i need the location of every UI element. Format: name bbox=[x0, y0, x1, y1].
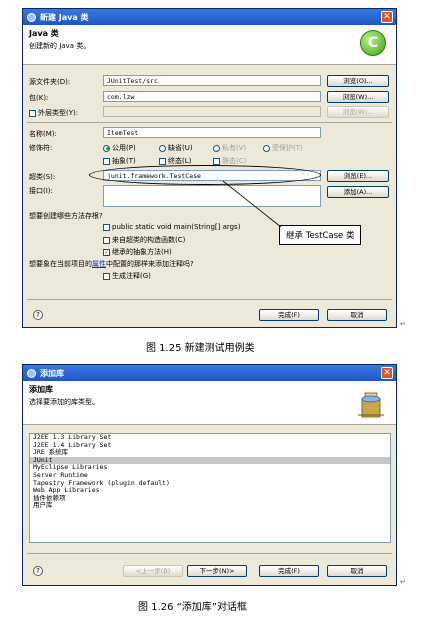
close-icon[interactable]: ✕ bbox=[381, 367, 393, 379]
help-icon[interactable]: ? bbox=[33, 310, 43, 320]
enclosing-type-row: 外层类型(Y): bbox=[29, 108, 78, 118]
radio-default[interactable] bbox=[159, 144, 166, 152]
abstract-label: 抽象(T) bbox=[112, 157, 136, 165]
new-class-logo-icon: C bbox=[360, 30, 386, 56]
browse-enclosing-button: 浏览(W)... bbox=[327, 106, 389, 118]
stub-constructor[interactable]: 来自超类的构造函数(C) bbox=[103, 235, 185, 245]
radio-private bbox=[213, 144, 220, 152]
comments-question: 想要象在当前项目的属性中配置的那样来添加注释吗? bbox=[29, 259, 194, 269]
banner-subtitle: 创建新的 Java 类。 bbox=[29, 42, 91, 50]
banner2-title: 添加库 bbox=[29, 385, 53, 394]
separator bbox=[27, 122, 392, 123]
modifier-public[interactable]: 公用(P) bbox=[103, 143, 136, 153]
stub-inherited[interactable]: ✓ 继承的抽象方法(H) bbox=[103, 247, 172, 257]
package-label: 包(K): bbox=[29, 94, 49, 102]
generate-comments-label: 生成注释(G) bbox=[112, 272, 151, 280]
dialog2-banner: 添加库 选择要添加的库类型。 bbox=[23, 381, 396, 425]
interfaces-label: 接口(I): bbox=[29, 187, 53, 195]
modifier-protected: 受保护(T) bbox=[263, 143, 303, 153]
dialog2-title: 添加库 bbox=[40, 368, 64, 378]
dialog-banner: Java 类 创建新的 Java 类。 C bbox=[23, 25, 396, 65]
generate-comments-checkbox[interactable] bbox=[103, 272, 110, 280]
static-label: 静态(C) bbox=[222, 157, 247, 165]
callout-pointer-line bbox=[222, 180, 282, 228]
modifier-protected-label: 受保护(T) bbox=[272, 144, 303, 152]
next-button[interactable]: 下一步(N)> bbox=[187, 565, 247, 577]
library-type-list[interactable]: J2EE 1.3 Library Set J2EE 1.4 Library Se… bbox=[29, 433, 391, 543]
final-checkbox[interactable] bbox=[159, 157, 166, 165]
enclosing-type-input bbox=[103, 106, 321, 117]
generate-comments[interactable]: 生成注释(G) bbox=[103, 271, 151, 281]
static-checkbox bbox=[213, 157, 220, 165]
radio-public[interactable] bbox=[103, 144, 110, 152]
dialog2-titlebar[interactable]: 添加库 ✕ bbox=[23, 365, 396, 381]
list-item[interactable]: 用户库 bbox=[30, 502, 390, 510]
figure-caption-2: 图 1.26 “添加库”对话框 bbox=[138, 602, 247, 613]
class-name-input[interactable]: ItemTest bbox=[103, 127, 321, 138]
list-item[interactable]: Web App Libraries bbox=[30, 487, 390, 495]
comments-question-suffix: 中配置的那样来添加注释吗? bbox=[106, 260, 194, 268]
inherited-checkbox[interactable]: ✓ bbox=[103, 248, 110, 256]
list-item[interactable]: 插件依赖项 bbox=[30, 494, 390, 503]
eclipse-icon bbox=[27, 12, 36, 22]
radio-protected bbox=[263, 144, 270, 152]
cancel-button[interactable]: 取消 bbox=[327, 309, 387, 321]
constructor-label: 来自超类的构造函数(C) bbox=[112, 236, 186, 244]
modifier-default-label: 缺省(U) bbox=[168, 144, 193, 152]
inherited-label: 继承的抽象方法(H) bbox=[112, 248, 172, 256]
browse-package-button[interactable]: 浏览(W)... bbox=[327, 91, 389, 103]
modifier-private-label: 私有(V) bbox=[222, 144, 247, 152]
add-library-dialog: 添加库 ✕ 添加库 选择要添加的库类型。 J2EE 1.3 Library Se… bbox=[22, 364, 397, 586]
stubs-question: 想要创建哪些方法存根? bbox=[29, 212, 103, 220]
paragraph-mark-icon: ↵ bbox=[400, 320, 406, 328]
main-checkbox[interactable] bbox=[103, 223, 110, 231]
abstract-checkbox[interactable] bbox=[103, 157, 110, 165]
browse-source-folder-button[interactable]: 浏览(O)... bbox=[327, 75, 389, 87]
library-books-icon bbox=[358, 392, 384, 418]
paragraph-mark-icon: ↵ bbox=[400, 578, 406, 586]
final-label: 终态(L) bbox=[168, 157, 192, 165]
footer-separator bbox=[27, 299, 392, 300]
list-item[interactable]: JRE 系统库 bbox=[30, 449, 390, 457]
finish-button[interactable]: 完成(F) bbox=[259, 565, 319, 577]
modifiers-label: 修饰符: bbox=[29, 144, 53, 152]
eclipse-icon bbox=[27, 368, 36, 378]
add-interface-button[interactable]: 添加(A)... bbox=[327, 186, 389, 198]
finish-button[interactable]: 完成(F) bbox=[259, 309, 319, 321]
browse-superclass-button[interactable]: 浏览(E)... bbox=[327, 170, 389, 182]
figure-caption-1: 图 1.25 新建测试用例类 bbox=[146, 343, 255, 354]
package-input[interactable]: com.lzw bbox=[103, 91, 321, 102]
name-label: 名称(M): bbox=[29, 130, 57, 138]
constructor-checkbox[interactable] bbox=[103, 236, 110, 244]
footer-separator bbox=[27, 553, 392, 554]
close-icon[interactable]: ✕ bbox=[381, 11, 393, 23]
enclosing-type-label: 外层类型(Y): bbox=[38, 109, 79, 117]
banner-title: Java 类 bbox=[29, 29, 59, 38]
source-folder-input[interactable]: JUnitTest/src bbox=[103, 75, 321, 86]
modifier-public-label: 公用(P) bbox=[112, 144, 136, 152]
list-item[interactable]: J2EE 1.4 Library Set bbox=[30, 441, 390, 450]
dialog-title: 新建 Java 类 bbox=[40, 12, 89, 22]
superclass-label: 超类(S): bbox=[29, 173, 56, 181]
enclosing-type-checkbox[interactable] bbox=[29, 109, 36, 117]
new-java-class-dialog: 新建 Java 类 ✕ Java 类 创建新的 Java 类。 C 源文件夹(D… bbox=[22, 8, 397, 328]
cancel-button[interactable]: 取消 bbox=[327, 565, 387, 577]
properties-link[interactable]: 属性 bbox=[92, 260, 106, 268]
modifier-private: 私有(V) bbox=[213, 143, 246, 153]
dialog-titlebar[interactable]: 新建 Java 类 ✕ bbox=[23, 9, 396, 25]
source-folder-label: 源文件夹(D): bbox=[29, 78, 71, 86]
help-icon[interactable]: ? bbox=[33, 566, 43, 576]
modifier-default[interactable]: 缺省(U) bbox=[159, 143, 193, 153]
comments-question-prefix: 想要象在当前项目的 bbox=[29, 260, 92, 268]
back-button: <上一步(B) bbox=[123, 565, 183, 577]
modifier-abstract[interactable]: 抽象(T) bbox=[103, 156, 136, 166]
banner2-subtitle: 选择要添加的库类型。 bbox=[29, 398, 99, 406]
